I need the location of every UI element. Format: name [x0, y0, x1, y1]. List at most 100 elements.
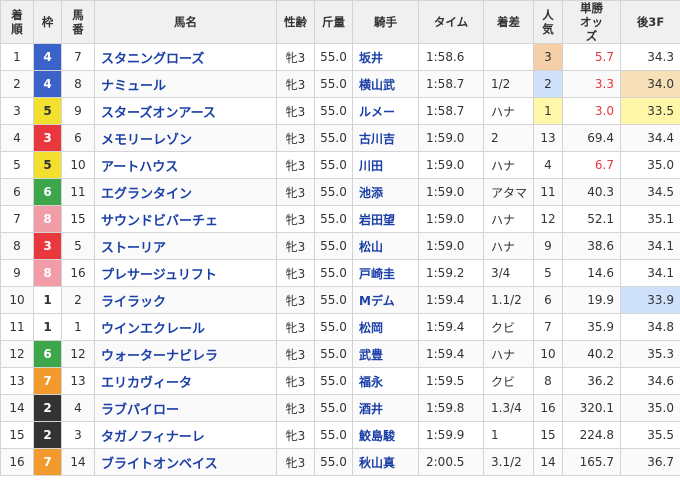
table-header-row: 着順 枠 馬番 馬名 性齢 斤量 騎手 タイム 着差 人気 単勝オッズ 後3F: [0, 0, 680, 44]
rank-cell: 10: [0, 286, 34, 314]
jockey-link[interactable]: 池添: [352, 178, 419, 206]
header-jockey[interactable]: 騎手: [352, 0, 419, 44]
header-popularity[interactable]: 人気: [533, 0, 563, 44]
jockey-link[interactable]: 松岡: [352, 313, 419, 341]
header-horse[interactable]: 馬名: [94, 0, 277, 44]
horse-name-link[interactable]: プレサージュリフト: [94, 259, 277, 287]
jockey-link[interactable]: 坂井: [352, 43, 419, 71]
last3f-cell: 35.5: [620, 421, 680, 449]
weight-cell: 55.0: [314, 259, 353, 287]
header-rank[interactable]: 着順: [0, 0, 34, 44]
odds-cell: 165.7: [562, 448, 621, 476]
horse-name-link[interactable]: ナミュール: [94, 70, 277, 98]
jockey-link[interactable]: 秋山真: [352, 448, 419, 476]
horse-name-link[interactable]: ブライトオンベイス: [94, 448, 277, 476]
header-weight[interactable]: 斤量: [314, 0, 353, 44]
jockey-link[interactable]: 戸崎圭: [352, 259, 419, 287]
result-rows: 1 4 7 スタニングローズ 牝3 55.0 坂井 1:58.6 3 5.7 34.3 2 4 8 ナミュー…: [0, 43, 680, 476]
popularity-cell: 13: [533, 124, 563, 152]
horse-number-cell: 8: [61, 70, 95, 98]
odds-cell: 52.1: [562, 205, 621, 233]
horse-name-link[interactable]: メモリーレゾン: [94, 124, 277, 152]
sex-age-cell: 牝3: [276, 151, 315, 179]
table-row: 10 1 2 ライラック 牝3 55.0 Mデム 1:59.4 1.1/2 6 19.9 33.9: [0, 286, 680, 314]
jockey-link[interactable]: 岩田望: [352, 205, 419, 233]
table-row: 3 5 9 スターズオンアース 牝3 55.0 ルメー 1:58.7 ハナ 1 3.0 33.5: [0, 97, 680, 125]
margin-cell: 1.1/2: [483, 286, 534, 314]
sex-age-cell: 牝3: [276, 313, 315, 341]
header-sexage[interactable]: 性齢: [276, 0, 315, 44]
horse-name-link[interactable]: ライラック: [94, 286, 277, 314]
horse-number-cell: 10: [61, 151, 95, 179]
rank-cell: 9: [0, 259, 34, 287]
jockey-link[interactable]: 川田: [352, 151, 419, 179]
frame-number-cell: 5: [33, 151, 62, 179]
jockey-link[interactable]: 横山武: [352, 70, 419, 98]
weight-cell: 55.0: [314, 70, 353, 98]
margin-cell: 3.1/2: [483, 448, 534, 476]
jockey-link[interactable]: 福永: [352, 367, 419, 395]
horse-number-cell: 4: [61, 394, 95, 422]
horse-name-link[interactable]: ラブパイロー: [94, 394, 277, 422]
odds-cell: 35.9: [562, 313, 621, 341]
jockey-link[interactable]: 松山: [352, 232, 419, 260]
jockey-link[interactable]: 酒井: [352, 394, 419, 422]
odds-cell: 3.0: [562, 97, 621, 125]
last3f-cell: 34.6: [620, 367, 680, 395]
jockey-link[interactable]: 鮫島駿: [352, 421, 419, 449]
horse-name-link[interactable]: ウインエクレール: [94, 313, 277, 341]
jockey-link[interactable]: 古川吉: [352, 124, 419, 152]
horse-name-link[interactable]: スタニングローズ: [94, 43, 277, 71]
horse-name-link[interactable]: タガノフィナーレ: [94, 421, 277, 449]
time-cell: 2:00.5: [418, 448, 484, 476]
horse-name-link[interactable]: ウォーターナビレラ: [94, 340, 277, 368]
jockey-link[interactable]: 武豊: [352, 340, 419, 368]
horse-name-link[interactable]: エリカヴィータ: [94, 367, 277, 395]
header-margin[interactable]: 着差: [483, 0, 534, 44]
header-umaban[interactable]: 馬番: [61, 0, 95, 44]
header-waku[interactable]: 枠: [33, 0, 62, 44]
frame-number-cell: 8: [33, 259, 62, 287]
header-last3f[interactable]: 後3F: [620, 0, 680, 44]
weight-cell: 55.0: [314, 178, 353, 206]
table-row: 11 1 1 ウインエクレール 牝3 55.0 松岡 1:59.4 クビ 7 35.9 34.8: [0, 313, 680, 341]
header-odds[interactable]: 単勝オッズ: [562, 0, 621, 44]
last3f-cell: 34.1: [620, 259, 680, 287]
header-popularity-label: 人気: [542, 8, 554, 36]
weight-cell: 55.0: [314, 43, 353, 71]
popularity-cell: 2: [533, 70, 563, 98]
horse-name-link[interactable]: アートハウス: [94, 151, 277, 179]
weight-cell: 55.0: [314, 367, 353, 395]
sex-age-cell: 牝3: [276, 232, 315, 260]
margin-cell: ハナ: [483, 151, 534, 179]
header-odds-label: 単勝オッズ: [580, 1, 603, 43]
last3f-cell: 34.5: [620, 178, 680, 206]
weight-cell: 55.0: [314, 205, 353, 233]
rank-cell: 4: [0, 124, 34, 152]
rank-cell: 14: [0, 394, 34, 422]
sex-age-cell: 牝3: [276, 70, 315, 98]
odds-cell: 224.8: [562, 421, 621, 449]
jockey-link[interactable]: Mデム: [352, 286, 419, 314]
table-row: 16 7 14 ブライトオンベイス 牝3 55.0 秋山真 2:00.5 3.1/2 14 165.…: [0, 448, 680, 476]
last3f-cell: 34.8: [620, 313, 680, 341]
header-time[interactable]: タイム: [418, 0, 484, 44]
time-cell: 1:58.7: [418, 70, 484, 98]
horse-name-link[interactable]: スターズオンアース: [94, 97, 277, 125]
weight-cell: 55.0: [314, 313, 353, 341]
margin-cell: 1: [483, 421, 534, 449]
popularity-cell: 8: [533, 367, 563, 395]
jockey-link[interactable]: ルメー: [352, 97, 419, 125]
rank-cell: 15: [0, 421, 34, 449]
horse-name-link[interactable]: ストーリア: [94, 232, 277, 260]
horse-name-link[interactable]: エグランタイン: [94, 178, 277, 206]
margin-cell: クビ: [483, 313, 534, 341]
table-row: 14 2 4 ラブパイロー 牝3 55.0 酒井 1:59.8 1.3/4 16 320.1 35.0: [0, 394, 680, 422]
frame-number-cell: 4: [33, 70, 62, 98]
last3f-cell: 35.0: [620, 151, 680, 179]
header-umaban-label: 馬番: [72, 8, 84, 36]
horse-number-cell: 3: [61, 421, 95, 449]
horse-number-cell: 9: [61, 97, 95, 125]
rank-cell: 3: [0, 97, 34, 125]
horse-name-link[interactable]: サウンドビバーチェ: [94, 205, 277, 233]
